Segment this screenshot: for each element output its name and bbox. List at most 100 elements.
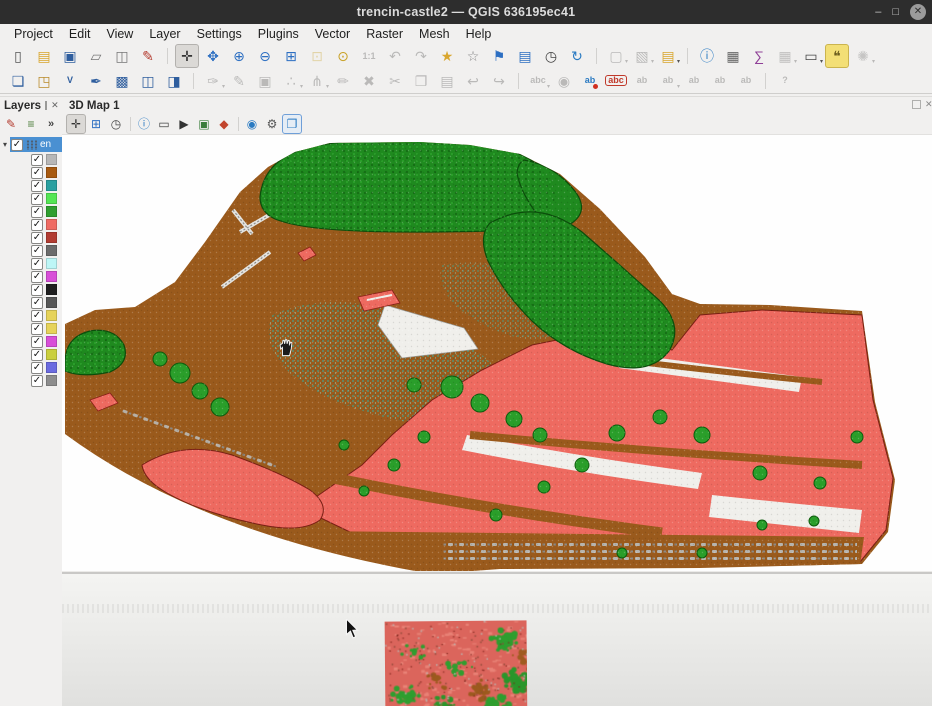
open-attribute-table-button[interactable]: ▦ [721, 44, 745, 68]
maximize-button[interactable]: □ [892, 7, 899, 18]
modify-attributes-button[interactable]: ✏ [331, 69, 355, 93]
layer-class-row[interactable]: ✓ [0, 166, 62, 179]
map-tips-button[interactable]: ❝ [825, 44, 849, 68]
layer-class-row[interactable]: ✓ [0, 270, 62, 283]
layer-class-row[interactable]: ✓ [0, 192, 62, 205]
copy-features-button[interactable]: ❐ [409, 69, 433, 93]
show-layout-manager-button[interactable]: ◫ [110, 44, 134, 68]
layer-labeling-options-button[interactable]: ab [578, 69, 602, 93]
layers-float-icon[interactable] [45, 101, 47, 110]
layer-class-row[interactable]: ✓ [0, 231, 62, 244]
show-hide-labels-button[interactable]: ab [656, 69, 680, 93]
paste-features-button[interactable]: ▤ [435, 69, 459, 93]
layers-overflow-button[interactable]: » [41, 114, 61, 134]
camera-pan-button[interactable]: ✛ [66, 114, 86, 134]
temporal-controller-button[interactable]: ◷ [539, 44, 563, 68]
menu-item-edit[interactable]: Edit [61, 27, 99, 41]
class-checkbox[interactable]: ✓ [31, 167, 43, 179]
new-spatial-bookmark-button[interactable]: ★ [435, 44, 459, 68]
labeling-disabled-button[interactable]: abc [526, 69, 550, 93]
animations-button[interactable]: ▶ [174, 114, 194, 134]
separator[interactable] [683, 44, 692, 68]
layer-class-row[interactable]: ✓ [0, 153, 62, 166]
identify-3d-button[interactable]: ⓘ [134, 114, 154, 134]
deselect-features-button[interactable]: ▧ [630, 44, 654, 68]
layer-class-row[interactable]: ✓ [0, 283, 62, 296]
tree-expand-icon[interactable]: ▾ [0, 140, 10, 149]
vertex-tool-button[interactable]: ⋔ [305, 69, 329, 93]
minimize-button[interactable]: – [875, 7, 881, 18]
new-virtual-layer-button[interactable]: ◫ [136, 69, 160, 93]
zoom-native-button[interactable]: 1:1 [357, 44, 381, 68]
separator[interactable] [761, 69, 770, 93]
layer-class-row[interactable]: ✓ [0, 361, 62, 374]
save-image-button[interactable]: ▣ [194, 114, 214, 134]
map3d-canvas[interactable] [62, 134, 932, 572]
layer-class-row[interactable]: ✓ [0, 244, 62, 257]
class-checkbox[interactable]: ✓ [31, 349, 43, 361]
layer-class-row[interactable]: ✓ [0, 348, 62, 361]
delete-selected-button[interactable]: ✖ [357, 69, 381, 93]
layer-class-row[interactable]: ✓ [0, 218, 62, 231]
measure-line-3d-button[interactable]: ▭ [154, 114, 174, 134]
dock-3d-view-button[interactable]: ❐ [282, 114, 302, 134]
zoom-to-selection-button[interactable]: ⊡ [305, 44, 329, 68]
statistical-summary-button[interactable]: ∑ [747, 44, 771, 68]
layer-class-row[interactable]: ✓ [0, 335, 62, 348]
menu-item-help[interactable]: Help [458, 27, 500, 41]
new-shapefile-layer-button[interactable]: V [58, 69, 82, 93]
zoom-in-button[interactable]: ⊕ [227, 44, 251, 68]
point-cloud-layer-row[interactable]: ▾ ✓ en [0, 137, 62, 152]
annotations-button[interactable]: ✺ [851, 44, 875, 68]
separator[interactable] [514, 69, 523, 93]
new-print-layout-button[interactable]: ▱ [84, 44, 108, 68]
zoom-out-button[interactable]: ⊖ [253, 44, 277, 68]
measure-button[interactable]: ▭ [799, 44, 823, 68]
class-checkbox[interactable]: ✓ [31, 219, 43, 231]
map3d-close-icon[interactable]: ✕ [925, 100, 932, 109]
new-spatialite-layer-button[interactable]: ✒ [84, 69, 108, 93]
separator[interactable] [592, 44, 601, 68]
separator[interactable] [234, 114, 242, 134]
zoom-to-layer-button[interactable]: ⊙ [331, 44, 355, 68]
layer-class-row[interactable]: ✓ [0, 374, 62, 387]
menu-item-mesh[interactable]: Mesh [411, 27, 458, 41]
map2d-canvas[interactable] [62, 574, 932, 706]
camera-settings-button[interactable]: ◉ [242, 114, 262, 134]
menu-item-layer[interactable]: Layer [141, 27, 188, 41]
class-checkbox[interactable]: ✓ [31, 206, 43, 218]
menu-item-plugins[interactable]: Plugins [250, 27, 307, 41]
toggle-editing-button[interactable]: ✎ [227, 69, 251, 93]
class-checkbox[interactable]: ✓ [31, 297, 43, 309]
export-scene-button[interactable]: ◆ [214, 114, 234, 134]
class-checkbox[interactable]: ✓ [31, 310, 43, 322]
bookmark-flag-button[interactable]: ⚑ [487, 44, 511, 68]
save-project-button[interactable]: ▣ [58, 44, 82, 68]
style-manager-button[interactable]: ✎ [136, 44, 160, 68]
class-checkbox[interactable]: ✓ [31, 323, 43, 335]
refresh-map-button[interactable]: ↻ [565, 44, 589, 68]
filter-legend-button[interactable]: ≡ [21, 114, 41, 134]
class-checkbox[interactable]: ✓ [31, 193, 43, 205]
class-checkbox[interactable]: ✓ [31, 258, 43, 270]
layer-class-row[interactable]: ✓ [0, 179, 62, 192]
menu-item-raster[interactable]: Raster [358, 27, 411, 41]
menu-item-settings[interactable]: Settings [189, 27, 250, 41]
change-label-button[interactable]: ab [734, 69, 758, 93]
current-edits-button[interactable]: ✑ [201, 69, 225, 93]
class-checkbox[interactable]: ✓ [31, 284, 43, 296]
separator[interactable] [126, 114, 134, 134]
configure-3d-button[interactable]: ⚙ [262, 114, 282, 134]
new-mesh-layer-button[interactable]: ▩ [110, 69, 134, 93]
digitize-button[interactable]: ∴ [279, 69, 303, 93]
separator[interactable] [163, 44, 172, 68]
pan-map-button[interactable]: ✛ [175, 44, 199, 68]
layer-class-row[interactable]: ✓ [0, 205, 62, 218]
layer-checkbox[interactable]: ✓ [11, 139, 23, 151]
undo-button[interactable]: ↩ [461, 69, 485, 93]
open-layer-styling-button[interactable]: ✎ [1, 114, 21, 134]
new-project-button[interactable]: ▯ [6, 44, 30, 68]
zoom-full-3d-button[interactable]: ⊞ [86, 114, 106, 134]
layer-class-row[interactable]: ✓ [0, 257, 62, 270]
layer-diagram-options-button[interactable]: abc [604, 69, 628, 93]
